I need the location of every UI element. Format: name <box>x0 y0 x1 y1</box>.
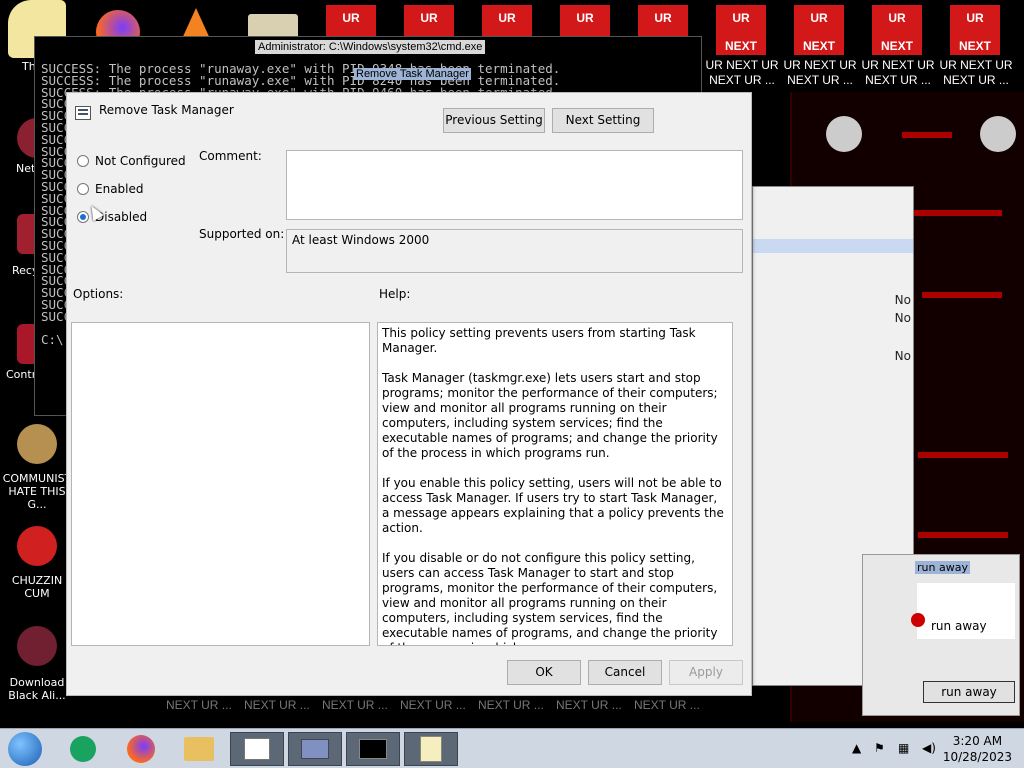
help-paragraph: This policy setting prevents users from … <box>382 326 696 355</box>
network-icon[interactable]: ▦ <box>898 741 909 755</box>
next-ur-caption: NEXT UR ... <box>166 698 232 712</box>
next-ur-caption: NEXT UR ... <box>478 698 544 712</box>
alien-head-icon <box>980 116 1016 152</box>
show-hidden-icons[interactable]: ▲ <box>852 741 861 755</box>
cmd-icon <box>359 739 387 759</box>
supported-on-value: At least Windows 2000 <box>292 233 430 247</box>
taskbar-sheets[interactable] <box>56 732 110 766</box>
radio-disabled-input[interactable] <box>77 211 89 223</box>
next-ur-caption: NEXT UR ... <box>322 698 388 712</box>
options-label: Options: <box>73 287 124 301</box>
flag-icon[interactable]: ⚑ <box>874 741 885 755</box>
folder-icon <box>184 737 214 761</box>
taskbar-policy-editor[interactable] <box>230 732 284 766</box>
ur-next-caption: UR NEXT UR NEXT UR ... <box>783 58 857 87</box>
help-paragraph: If you disable or do not configure this … <box>382 551 718 645</box>
clock-date: 10/28/2023 <box>942 750 1012 764</box>
notepad-icon <box>420 736 442 762</box>
ok-button[interactable]: OK <box>507 660 581 685</box>
ur-next-tile[interactable]: URNEXT <box>950 5 1000 55</box>
next-ur-caption: NEXT UR ... <box>556 698 622 712</box>
clock-time: 3:20 AM <box>952 734 1003 748</box>
desktop-icon-black-ali[interactable]: Download Black Ali... <box>0 626 74 702</box>
radio-enabled-input[interactable] <box>77 183 89 195</box>
help-paragraph: Task Manager (taskmgr.exe) lets users st… <box>382 371 718 460</box>
run-away-button[interactable]: run away <box>923 681 1015 703</box>
red-bar <box>918 532 1008 538</box>
alien-head-icon <box>826 116 862 152</box>
ur-next-caption: UR NEXT UR NEXT UR ... <box>861 58 935 87</box>
cmd-tooltip: Remove Task Manager <box>354 68 471 80</box>
next-ur-caption: NEXT UR ... <box>400 698 466 712</box>
ur-next-tile[interactable]: URNEXT <box>872 5 922 55</box>
comment-label: Comment: <box>199 149 262 163</box>
red-bar <box>918 452 1008 458</box>
sheets-icon <box>70 736 96 762</box>
state-cell: No <box>894 293 911 307</box>
firefox-icon <box>127 735 155 763</box>
red-bar <box>922 292 1002 298</box>
desktop-icon-chuzzin[interactable]: CHUZZIN CUM <box>0 526 74 600</box>
cmd-line: C:\ <box>41 332 64 348</box>
next-ur-caption: NEXT UR ... <box>244 698 310 712</box>
desktop-icon-communist[interactable]: COMMUNIST HATE THIS G... <box>0 424 74 511</box>
chuzzle-icon <box>17 526 57 566</box>
run-away-message: run away <box>931 619 987 633</box>
next-ur-caption: NEXT UR ... <box>634 698 700 712</box>
desktop-icon-label: Download Black Ali... <box>8 676 66 702</box>
selected-row <box>753 239 913 253</box>
window-icon <box>301 739 329 759</box>
start-button[interactable] <box>8 732 42 766</box>
taskbar: ▲ ⚑ ▦ ◀) 3:20 AM 10/28/2023 <box>0 728 1024 768</box>
policy-dialog[interactable]: Remove Task Manager Previous Setting Nex… <box>66 92 752 696</box>
next-setting-button[interactable]: Next Setting <box>552 108 654 133</box>
radio-not-configured-input[interactable] <box>77 155 89 167</box>
volume-icon[interactable]: ◀) <box>922 741 936 755</box>
cancel-button[interactable]: Cancel <box>588 660 662 685</box>
apply-button[interactable]: Apply <box>669 660 743 685</box>
supported-on-field: At least Windows 2000 <box>286 229 743 273</box>
taskbar-window[interactable] <box>288 732 342 766</box>
taskbar-notepad[interactable] <box>404 732 458 766</box>
money-bag-icon <box>17 424 57 464</box>
red-bar <box>902 132 952 138</box>
previous-setting-button[interactable]: Previous Setting <box>443 108 545 133</box>
ur-next-tile[interactable]: URNEXT <box>794 5 844 55</box>
ur-next-caption: UR NEXT UR NEXT UR ... <box>705 58 779 87</box>
options-panel[interactable] <box>71 322 370 646</box>
help-text: This policy setting prevents users from … <box>382 326 726 645</box>
policy-icon <box>75 106 91 120</box>
desktop-icon-label: COMMUNIST HATE THIS G... <box>2 472 72 511</box>
ur-next-tile[interactable]: URNEXT <box>716 5 766 55</box>
help-panel[interactable]: This policy setting prevents users from … <box>377 322 733 646</box>
cmd-title[interactable]: Administrator: C:\Windows\system32\cmd.e… <box>255 40 486 54</box>
clock[interactable]: 3:20 AM 10/28/2023 <box>943 733 1012 765</box>
red-bar <box>912 210 1002 216</box>
help-paragraph: If you enable this policy setting, users… <box>382 476 724 535</box>
taskbar-explorer[interactable] <box>172 732 226 766</box>
help-label: Help: <box>379 287 411 301</box>
desktop-icon-label: CHUZZIN CUM <box>11 574 63 600</box>
ur-next-caption: UR NEXT UR NEXT UR ... <box>939 58 1013 87</box>
state-cell: No <box>894 311 911 325</box>
supported-on-label: Supported on: <box>199 227 285 241</box>
comment-textarea[interactable] <box>286 150 743 220</box>
alien-icon <box>17 626 57 666</box>
taskbar-firefox[interactable] <box>114 732 168 766</box>
taskbar-cmd[interactable] <box>346 732 400 766</box>
run-away-window[interactable]: run away run away run away <box>862 554 1020 716</box>
error-icon <box>911 613 925 627</box>
dialog-title: Remove Task Manager <box>99 103 234 117</box>
state-cell: No <box>894 349 911 363</box>
run-away-title: run away <box>915 561 970 574</box>
policy-editor-icon <box>244 738 270 760</box>
